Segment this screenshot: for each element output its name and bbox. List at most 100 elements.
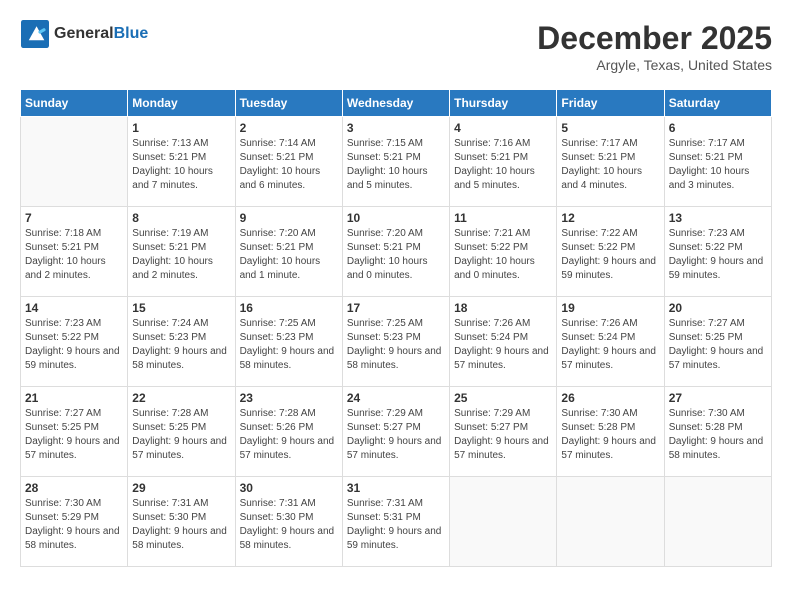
day-detail: Sunrise: 7:28 AMSunset: 5:26 PMDaylight:… bbox=[240, 407, 338, 463]
day-detail: Sunrise: 7:17 AMSunset: 5:21 PMDaylight:… bbox=[669, 137, 767, 193]
day-number: 27 bbox=[669, 391, 767, 405]
day-detail: Sunrise: 7:21 AMSunset: 5:22 PMDaylight:… bbox=[454, 227, 552, 283]
calendar-cell: 10Sunrise: 7:20 AMSunset: 5:21 PMDayligh… bbox=[342, 207, 449, 297]
calendar-cell: 31 Sunrise: 7:31 AMSunset: 5:31 PMDayligh… bbox=[342, 477, 449, 567]
calendar-cell: 25 Sunrise: 7:29 AMSunset: 5:27 PMDayligh… bbox=[450, 387, 557, 477]
weekday-header-row: SundayMondayTuesdayWednesdayThursdayFrid… bbox=[21, 90, 772, 117]
day-number: 28 bbox=[25, 481, 123, 495]
day-number: 13 bbox=[669, 211, 767, 225]
calendar-cell: 14 Sunrise: 7:23 AMSunset: 5:22 PMDayligh… bbox=[21, 297, 128, 387]
calendar-week-row: 21Sunrise: 7:27 AMSunset: 5:25 PMDayligh… bbox=[21, 387, 772, 477]
day-number: 29 bbox=[132, 481, 230, 495]
day-number: 9 bbox=[240, 211, 338, 225]
day-number: 1 bbox=[132, 121, 230, 135]
day-number: 4 bbox=[454, 121, 552, 135]
day-detail: Sunrise: 7:18 AMSunset: 5:21 PMDaylight:… bbox=[25, 227, 123, 283]
calendar-cell: 15 Sunrise: 7:24 AMSunset: 5:23 PMDayligh… bbox=[128, 297, 235, 387]
weekday-header: Thursday bbox=[450, 90, 557, 117]
day-number: 23 bbox=[240, 391, 338, 405]
calendar-cell: 9 Sunrise: 7:20 AMSunset: 5:21 PMDaylight… bbox=[235, 207, 342, 297]
logo-icon bbox=[20, 20, 50, 48]
day-number: 15 bbox=[132, 301, 230, 315]
day-detail: Sunrise: 7:29 AMSunset: 5:27 PMDaylight:… bbox=[347, 407, 445, 463]
calendar-cell: 19Sunrise: 7:26 AMSunset: 5:24 PMDayligh… bbox=[557, 297, 664, 387]
day-detail: Sunrise: 7:20 AMSunset: 5:21 PMDaylight:… bbox=[347, 227, 445, 283]
day-detail: Sunrise: 7:31 AMSunset: 5:30 PMDaylight:… bbox=[132, 497, 230, 553]
day-number: 8 bbox=[132, 211, 230, 225]
calendar-cell bbox=[450, 477, 557, 567]
calendar-cell: 4 Sunrise: 7:16 AMSunset: 5:21 PMDaylight… bbox=[450, 117, 557, 207]
day-number: 11 bbox=[454, 211, 552, 225]
day-detail: Sunrise: 7:26 AMSunset: 5:24 PMDaylight:… bbox=[561, 317, 659, 373]
day-detail: Sunrise: 7:23 AMSunset: 5:22 PMDaylight:… bbox=[25, 317, 123, 373]
day-number: 14 bbox=[25, 301, 123, 315]
calendar-cell: 13 Sunrise: 7:23 AMSunset: 5:22 PMDayligh… bbox=[664, 207, 771, 297]
day-detail: Sunrise: 7:23 AMSunset: 5:22 PMDaylight:… bbox=[669, 227, 767, 283]
day-detail: Sunrise: 7:13 AMSunset: 5:21 PMDaylight:… bbox=[132, 137, 230, 193]
day-number: 3 bbox=[347, 121, 445, 135]
day-detail: Sunrise: 7:28 AMSunset: 5:25 PMDaylight:… bbox=[132, 407, 230, 463]
calendar-cell: 21Sunrise: 7:27 AMSunset: 5:25 PMDayligh… bbox=[21, 387, 128, 477]
calendar-cell: 30 Sunrise: 7:31 AMSunset: 5:30 PMDayligh… bbox=[235, 477, 342, 567]
day-detail: Sunrise: 7:16 AMSunset: 5:21 PMDaylight:… bbox=[454, 137, 552, 193]
day-detail: Sunrise: 7:19 AMSunset: 5:21 PMDaylight:… bbox=[132, 227, 230, 283]
day-detail: Sunrise: 7:25 AMSunset: 5:23 PMDaylight:… bbox=[347, 317, 445, 373]
day-detail: Sunrise: 7:30 AMSunset: 5:29 PMDaylight:… bbox=[25, 497, 123, 553]
day-number: 25 bbox=[454, 391, 552, 405]
day-detail: Sunrise: 7:29 AMSunset: 5:27 PMDaylight:… bbox=[454, 407, 552, 463]
calendar-cell: 11 Sunrise: 7:21 AMSunset: 5:22 PMDayligh… bbox=[450, 207, 557, 297]
weekday-header: Sunday bbox=[21, 90, 128, 117]
day-detail: Sunrise: 7:31 AMSunset: 5:31 PMDaylight:… bbox=[347, 497, 445, 553]
calendar-week-row: 7 Sunrise: 7:18 AMSunset: 5:21 PMDaylight… bbox=[21, 207, 772, 297]
weekday-header: Wednesday bbox=[342, 90, 449, 117]
calendar-cell: 27 Sunrise: 7:30 AMSunset: 5:28 PMDayligh… bbox=[664, 387, 771, 477]
calendar-cell: 5 Sunrise: 7:17 AMSunset: 5:21 PMDaylight… bbox=[557, 117, 664, 207]
day-detail: Sunrise: 7:30 AMSunset: 5:28 PMDaylight:… bbox=[561, 407, 659, 463]
weekday-header: Monday bbox=[128, 90, 235, 117]
day-detail: Sunrise: 7:27 AMSunset: 5:25 PMDaylight:… bbox=[669, 317, 767, 373]
day-number: 7 bbox=[25, 211, 123, 225]
day-number: 2 bbox=[240, 121, 338, 135]
title-block: December 2025 Argyle, Texas, United Stat… bbox=[537, 20, 772, 73]
day-number: 17 bbox=[347, 301, 445, 315]
calendar-cell: 3 Sunrise: 7:15 AMSunset: 5:21 PMDaylight… bbox=[342, 117, 449, 207]
calendar-cell: 20 Sunrise: 7:27 AMSunset: 5:25 PMDayligh… bbox=[664, 297, 771, 387]
day-detail: Sunrise: 7:31 AMSunset: 5:30 PMDaylight:… bbox=[240, 497, 338, 553]
calendar-cell: 29 Sunrise: 7:31 AMSunset: 5:30 PMDayligh… bbox=[128, 477, 235, 567]
day-detail: Sunrise: 7:30 AMSunset: 5:28 PMDaylight:… bbox=[669, 407, 767, 463]
calendar-week-row: 14 Sunrise: 7:23 AMSunset: 5:22 PMDayligh… bbox=[21, 297, 772, 387]
day-number: 16 bbox=[240, 301, 338, 315]
calendar-week-row: 1 Sunrise: 7:13 AMSunset: 5:21 PMDaylight… bbox=[21, 117, 772, 207]
day-number: 18 bbox=[454, 301, 552, 315]
day-number: 21 bbox=[25, 391, 123, 405]
calendar-cell: 28 Sunrise: 7:30 AMSunset: 5:29 PMDayligh… bbox=[21, 477, 128, 567]
calendar-cell: 12 Sunrise: 7:22 AMSunset: 5:22 PMDayligh… bbox=[557, 207, 664, 297]
calendar-cell bbox=[21, 117, 128, 207]
day-detail: Sunrise: 7:20 AMSunset: 5:21 PMDaylight:… bbox=[240, 227, 338, 283]
day-detail: Sunrise: 7:15 AMSunset: 5:21 PMDaylight:… bbox=[347, 137, 445, 193]
logo-text: GeneralBlue bbox=[54, 25, 148, 43]
day-detail: Sunrise: 7:26 AMSunset: 5:24 PMDaylight:… bbox=[454, 317, 552, 373]
day-number: 31 bbox=[347, 481, 445, 495]
day-detail: Sunrise: 7:22 AMSunset: 5:22 PMDaylight:… bbox=[561, 227, 659, 283]
weekday-header: Friday bbox=[557, 90, 664, 117]
day-number: 20 bbox=[669, 301, 767, 315]
day-number: 30 bbox=[240, 481, 338, 495]
calendar-cell: 18 Sunrise: 7:26 AMSunset: 5:24 PMDayligh… bbox=[450, 297, 557, 387]
calendar-cell bbox=[557, 477, 664, 567]
day-detail: Sunrise: 7:17 AMSunset: 5:21 PMDaylight:… bbox=[561, 137, 659, 193]
calendar-cell: 8 Sunrise: 7:19 AMSunset: 5:21 PMDaylight… bbox=[128, 207, 235, 297]
day-number: 26 bbox=[561, 391, 659, 405]
calendar-cell: 2Sunrise: 7:14 AMSunset: 5:21 PMDaylight… bbox=[235, 117, 342, 207]
calendar-cell: 22Sunrise: 7:28 AMSunset: 5:25 PMDayligh… bbox=[128, 387, 235, 477]
logo: GeneralBlue bbox=[20, 20, 148, 48]
calendar-cell: 24 Sunrise: 7:29 AMSunset: 5:27 PMDayligh… bbox=[342, 387, 449, 477]
day-detail: Sunrise: 7:25 AMSunset: 5:23 PMDaylight:… bbox=[240, 317, 338, 373]
day-number: 5 bbox=[561, 121, 659, 135]
day-detail: Sunrise: 7:24 AMSunset: 5:23 PMDaylight:… bbox=[132, 317, 230, 373]
day-number: 12 bbox=[561, 211, 659, 225]
day-number: 6 bbox=[669, 121, 767, 135]
calendar-cell: 17 Sunrise: 7:25 AMSunset: 5:23 PMDayligh… bbox=[342, 297, 449, 387]
calendar-week-row: 28 Sunrise: 7:30 AMSunset: 5:29 PMDayligh… bbox=[21, 477, 772, 567]
day-number: 24 bbox=[347, 391, 445, 405]
